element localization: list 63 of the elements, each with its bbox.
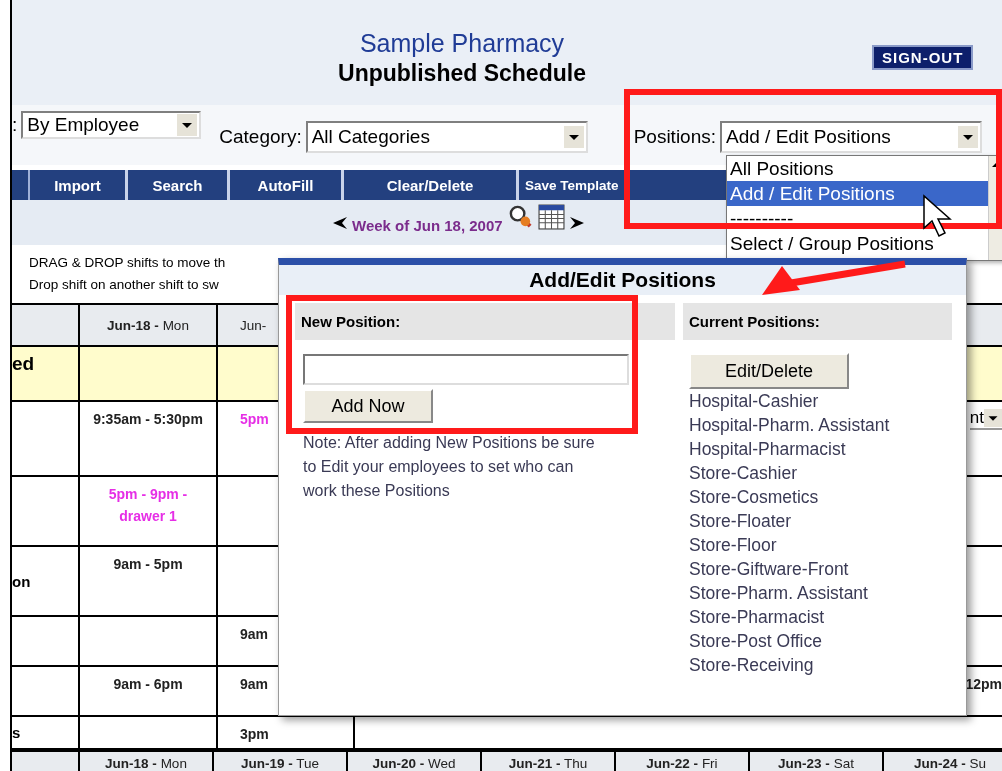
calendar-icon[interactable] (537, 203, 565, 230)
dropdown-option[interactable]: Add / Edit Positions (727, 181, 988, 206)
employee-name: on (12, 572, 31, 590)
instruction-text: DRAG & DROP shifts to move th (29, 254, 226, 272)
next-arrow-icon[interactable] (568, 214, 585, 231)
shift-entry[interactable]: 9:35am - 5:30pm (93, 408, 203, 430)
position-item: Store-Pharm. Assistant (689, 582, 868, 605)
edit-delete-button[interactable]: Edit/Delete (689, 353, 849, 389)
position-item: Store-Giftware-Front (689, 558, 849, 581)
week-link[interactable]: Week of Jun 18, 2007 (352, 217, 503, 234)
shift-entry[interactable]: 5pm (240, 408, 269, 430)
dropdown-option[interactable]: All Positions (727, 156, 988, 181)
section-heading: New Position: (295, 303, 675, 340)
shift-entry[interactable]: 5pm - 9pm -drawer 1 (93, 483, 203, 527)
dropdown-option[interactable]: ---------- (727, 206, 988, 231)
employee-name: ed (12, 353, 35, 375)
employee-name: s (12, 724, 21, 741)
section-heading: Current Positions: (683, 303, 952, 340)
filter-select[interactable]: All Categories (305, 121, 588, 153)
shift-entry[interactable]: 12pm (965, 673, 1002, 695)
shift-entry[interactable]: 9am (240, 673, 269, 695)
new-position-field[interactable] (303, 354, 629, 385)
column-header: Jun-23 - Sat (750, 752, 884, 771)
shift-entry[interactable]: 9am - 5pm (93, 553, 203, 575)
mouse-cursor-icon (923, 194, 952, 237)
previous-arrow-icon[interactable] (332, 214, 348, 231)
filter-label: Positions: (633, 126, 717, 148)
filter-select[interactable]: Add / Edit Positions (720, 121, 983, 153)
add-now-button[interactable]: Add Now (303, 389, 433, 423)
column-header: Jun-21 - Thu (482, 752, 616, 771)
sign-out-button[interactable]: SIGN-OUT (872, 45, 974, 70)
column-header: Jun-24 - Su (884, 752, 1002, 771)
position-item: Store-Post Office (689, 630, 822, 653)
dialog-title: Add/Edit Positions (279, 265, 966, 295)
position-item: Store-Floor (689, 534, 777, 557)
shift-entry[interactable]: 9am - 6pm (93, 673, 203, 695)
filter-select[interactable]: By Employee (21, 111, 202, 139)
page-title: Unpublished Schedule (337, 59, 586, 88)
position-item: Store-Cosmetics (689, 486, 819, 509)
column-header: Jun-19 - Tue (214, 752, 348, 771)
caret-icon (958, 126, 979, 148)
shift-entry[interactable]: 3pm (240, 723, 269, 745)
position-item: Hospital-Pharm. Assistant (689, 414, 890, 437)
filter-label: Category: (219, 126, 302, 148)
caret-icon (563, 126, 584, 148)
column-header: Jun-18 - Mon (80, 305, 218, 345)
position-item: Store-Floater (689, 510, 792, 533)
caret-icon (177, 114, 198, 136)
instruction-text: Drop shift on another shift to sw (29, 276, 219, 294)
column-header: Jun-18 - Mon (80, 752, 214, 771)
dropdown-option[interactable]: Select / Group Positions (727, 231, 988, 256)
position-item: Store-Cashier (689, 462, 797, 485)
note-text: Note: After adding New Positions be sure to Edit your employees to set who can work these Positions (303, 433, 595, 501)
filter-label: : (12, 114, 18, 136)
position-select[interactable]: nt (969, 408, 1002, 430)
position-item: Hospital-Pharmacist (689, 438, 846, 461)
position-item: Store-Receiving (689, 654, 814, 677)
site-title: Sample Pharmacy (358, 28, 565, 58)
shift-entry[interactable]: 9am (240, 623, 269, 645)
position-item: Hospital-Cashier (689, 390, 819, 413)
column-header: Jun-22 - Fri (616, 752, 750, 771)
column-header: Jun-20 - Wed (348, 752, 482, 771)
position-item: Store-Pharmacist (689, 606, 825, 629)
